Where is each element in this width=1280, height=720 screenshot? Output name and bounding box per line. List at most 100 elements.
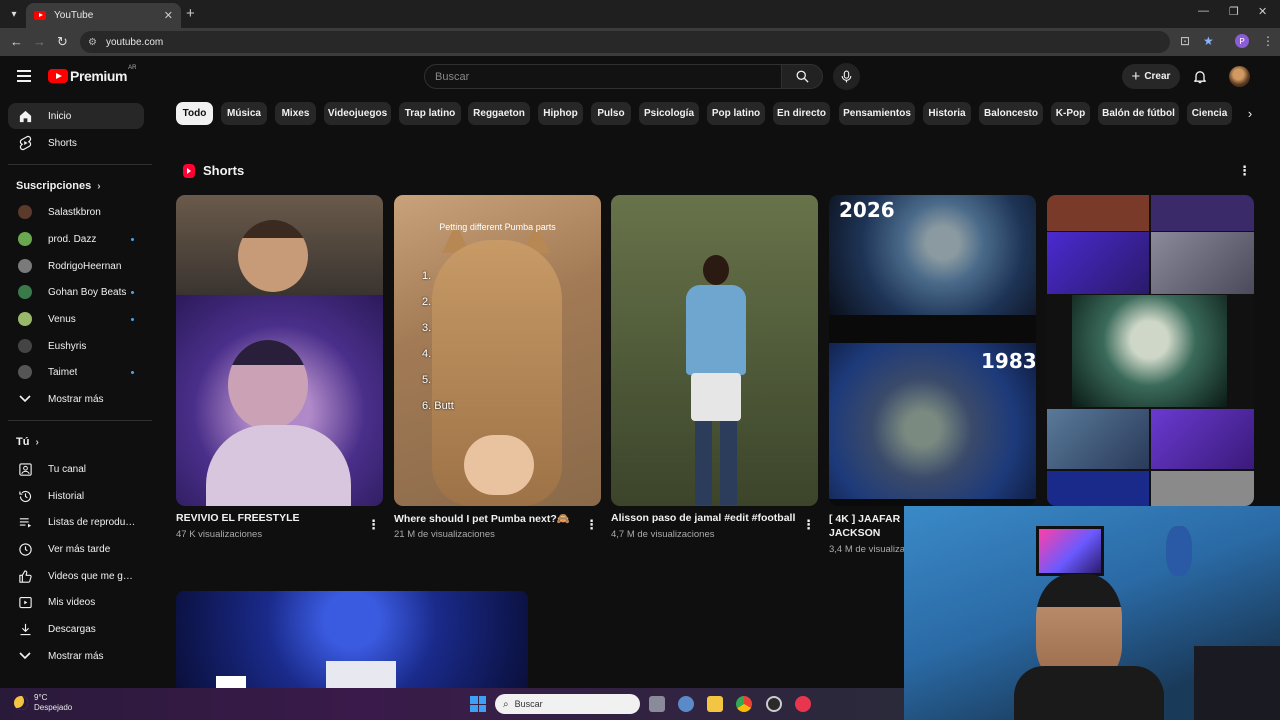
tab-close-icon[interactable]: ✕ — [164, 9, 173, 22]
short-menu-icon[interactable]: ⋮ — [802, 518, 815, 531]
video-thumbnail[interactable] — [176, 591, 528, 688]
file-explorer-icon[interactable] — [707, 696, 723, 712]
taskbar-search[interactable]: ⌕ Buscar — [495, 694, 640, 714]
chip[interactable]: Psicología — [639, 102, 699, 125]
sidebar-divider — [8, 164, 152, 165]
sidebar-sub-item[interactable]: Eushyris — [8, 333, 144, 359]
youtube-favicon-icon — [34, 11, 46, 20]
chips-next-arrow-icon[interactable]: › — [1240, 102, 1260, 125]
sidebar-item-inicio[interactable]: Inicio — [8, 103, 144, 129]
short-thumbnail[interactable] — [1047, 195, 1254, 506]
search-input[interactable] — [435, 70, 781, 83]
chip-todo[interactable]: Todo — [176, 102, 213, 125]
obs-icon[interactable] — [766, 696, 782, 712]
tab-title: YouTube — [54, 10, 94, 21]
chevron-down-icon — [16, 647, 34, 665]
sidebar-sub-item[interactable]: prod. Dazz — [8, 226, 144, 252]
media-player-icon[interactable] — [795, 696, 811, 712]
chip[interactable]: Ciencia — [1187, 102, 1232, 125]
sidebar-item-downloads[interactable]: Descargas — [8, 616, 144, 642]
chip[interactable]: Hiphop — [538, 102, 583, 125]
chip[interactable]: Balón de fútbol — [1098, 102, 1179, 125]
section-menu-icon[interactable]: ⋮ — [1238, 164, 1251, 177]
chip[interactable]: Videojuegos — [324, 102, 391, 125]
short-menu-icon[interactable]: ⋮ — [367, 518, 380, 531]
search-button[interactable] — [781, 64, 823, 89]
sidebar-you-show-more[interactable]: Mostrar más — [8, 643, 144, 669]
youtube-masthead: Premium AR + Crear — [0, 56, 1280, 98]
sidebar-sub-item[interactable]: Taimet — [8, 359, 144, 385]
restore-icon[interactable]: ❐ — [1229, 5, 1239, 18]
notifications-icon[interactable] — [1192, 68, 1208, 90]
chrome-icon[interactable] — [736, 696, 752, 712]
sidebar-item-my-videos[interactable]: Mis videos — [8, 589, 144, 615]
temperature: 9°C — [34, 693, 48, 702]
sidebar-item-watch-later[interactable]: Ver más tarde — [8, 536, 144, 562]
moon-icon — [14, 696, 28, 710]
sidebar-item-tu-canal[interactable]: Tu canal — [8, 456, 144, 482]
sidebar-sub-item[interactable]: Venus — [8, 306, 144, 332]
weather-widget[interactable]: 9°C Despejado — [14, 693, 72, 713]
url-bar[interactable]: ⚙ youtube.com — [80, 31, 1170, 53]
youtube-premium-logo[interactable]: Premium AR — [48, 65, 137, 84]
chip[interactable]: Mixes — [275, 102, 316, 125]
short-thumbnail[interactable] — [176, 195, 383, 506]
browser-tab[interactable]: YouTube ✕ — [26, 3, 181, 28]
task-view-icon[interactable] — [649, 696, 665, 712]
new-tab-icon[interactable]: + — [186, 5, 195, 22]
settings-icon[interactable] — [678, 696, 694, 712]
country-code: AR — [128, 65, 137, 71]
windows-start-icon[interactable] — [470, 696, 486, 712]
tab-search-icon[interactable]: ▾ — [4, 4, 24, 24]
sidebar-item-liked[interactable]: Videos que me gustan — [8, 563, 144, 589]
guide-menu-icon[interactable] — [17, 70, 31, 82]
short-thumbnail[interactable]: 2026 1983 — [829, 195, 1036, 506]
chip[interactable]: Historia — [923, 102, 971, 125]
account-avatar[interactable] — [1229, 66, 1250, 87]
short-title[interactable]: REVIVIO EL FREESTYLE — [176, 512, 361, 524]
chip[interactable]: Baloncesto — [979, 102, 1043, 125]
chip[interactable]: Pensamientos — [839, 102, 915, 125]
sidebar-item-shorts[interactable]: Shorts — [8, 130, 144, 156]
browser-menu-icon[interactable]: ⋮ — [1262, 34, 1274, 48]
chip[interactable]: Pop latino — [707, 102, 765, 125]
short-title[interactable]: Where should I pet Pumba next?🙈 — [394, 512, 579, 525]
browser-profile-avatar[interactable]: P — [1235, 34, 1249, 48]
reload-icon[interactable]: ↻ — [57, 34, 68, 50]
short-thumbnail[interactable]: Petting different Pumba parts 1. 2. 3. 4… — [394, 195, 601, 506]
channel-avatar — [18, 365, 32, 379]
create-label: Crear — [1144, 71, 1171, 82]
new-content-dot — [131, 317, 134, 321]
window-close-icon[interactable]: ✕ — [1258, 5, 1267, 18]
voice-search-button[interactable] — [833, 63, 860, 90]
search-box — [424, 64, 782, 89]
chip[interactable]: Trap latino — [399, 102, 461, 125]
windows-taskbar: 9°C Despejado ⌕ Buscar — [0, 688, 904, 720]
channel-avatar — [18, 232, 32, 246]
sidebar-sub-item[interactable]: Salastkbron — [8, 199, 144, 225]
sidebar-sub-item[interactable]: RodrigoHeernan — [8, 253, 144, 279]
back-icon[interactable]: ← — [10, 34, 23, 49]
create-button[interactable]: + Crear — [1122, 64, 1180, 89]
chip[interactable]: Música — [221, 102, 267, 125]
chip[interactable]: Pulso — [591, 102, 631, 125]
subscriptions-heading[interactable]: Suscripciones › — [16, 180, 101, 192]
short-title[interactable]: Alisson paso de jamal #edit #football — [611, 512, 796, 524]
short-menu-icon[interactable]: ⋮ — [585, 518, 598, 531]
sidebar-item-historial[interactable]: Historial — [8, 483, 144, 509]
guide-sidebar: Inicio Shorts Suscripciones › Salastkbron… — [0, 98, 160, 688]
bookmark-star-icon[interactable]: ★ — [1203, 34, 1214, 48]
minimize-icon[interactable]: — — [1198, 5, 1209, 17]
forward-icon[interactable]: → — [33, 34, 46, 49]
short-thumbnail[interactable] — [611, 195, 818, 506]
sidebar-item-playlists[interactable]: Listas de reproducción — [8, 509, 144, 535]
sidebar-sub-item[interactable]: Gohan Boy Beats — [8, 279, 144, 305]
chip[interactable]: K-Pop — [1051, 102, 1090, 125]
short-title[interactable]: [ 4K ] JAAFAR JACKSON — [829, 512, 904, 540]
site-info-icon[interactable]: ⚙ — [88, 37, 97, 48]
sidebar-show-more[interactable]: Mostrar más — [8, 386, 144, 412]
chip[interactable]: Reggaeton — [468, 102, 530, 125]
install-app-icon[interactable]: ⊡ — [1180, 34, 1190, 48]
chip[interactable]: En directo — [773, 102, 830, 125]
you-heading[interactable]: Tú › — [16, 436, 39, 448]
